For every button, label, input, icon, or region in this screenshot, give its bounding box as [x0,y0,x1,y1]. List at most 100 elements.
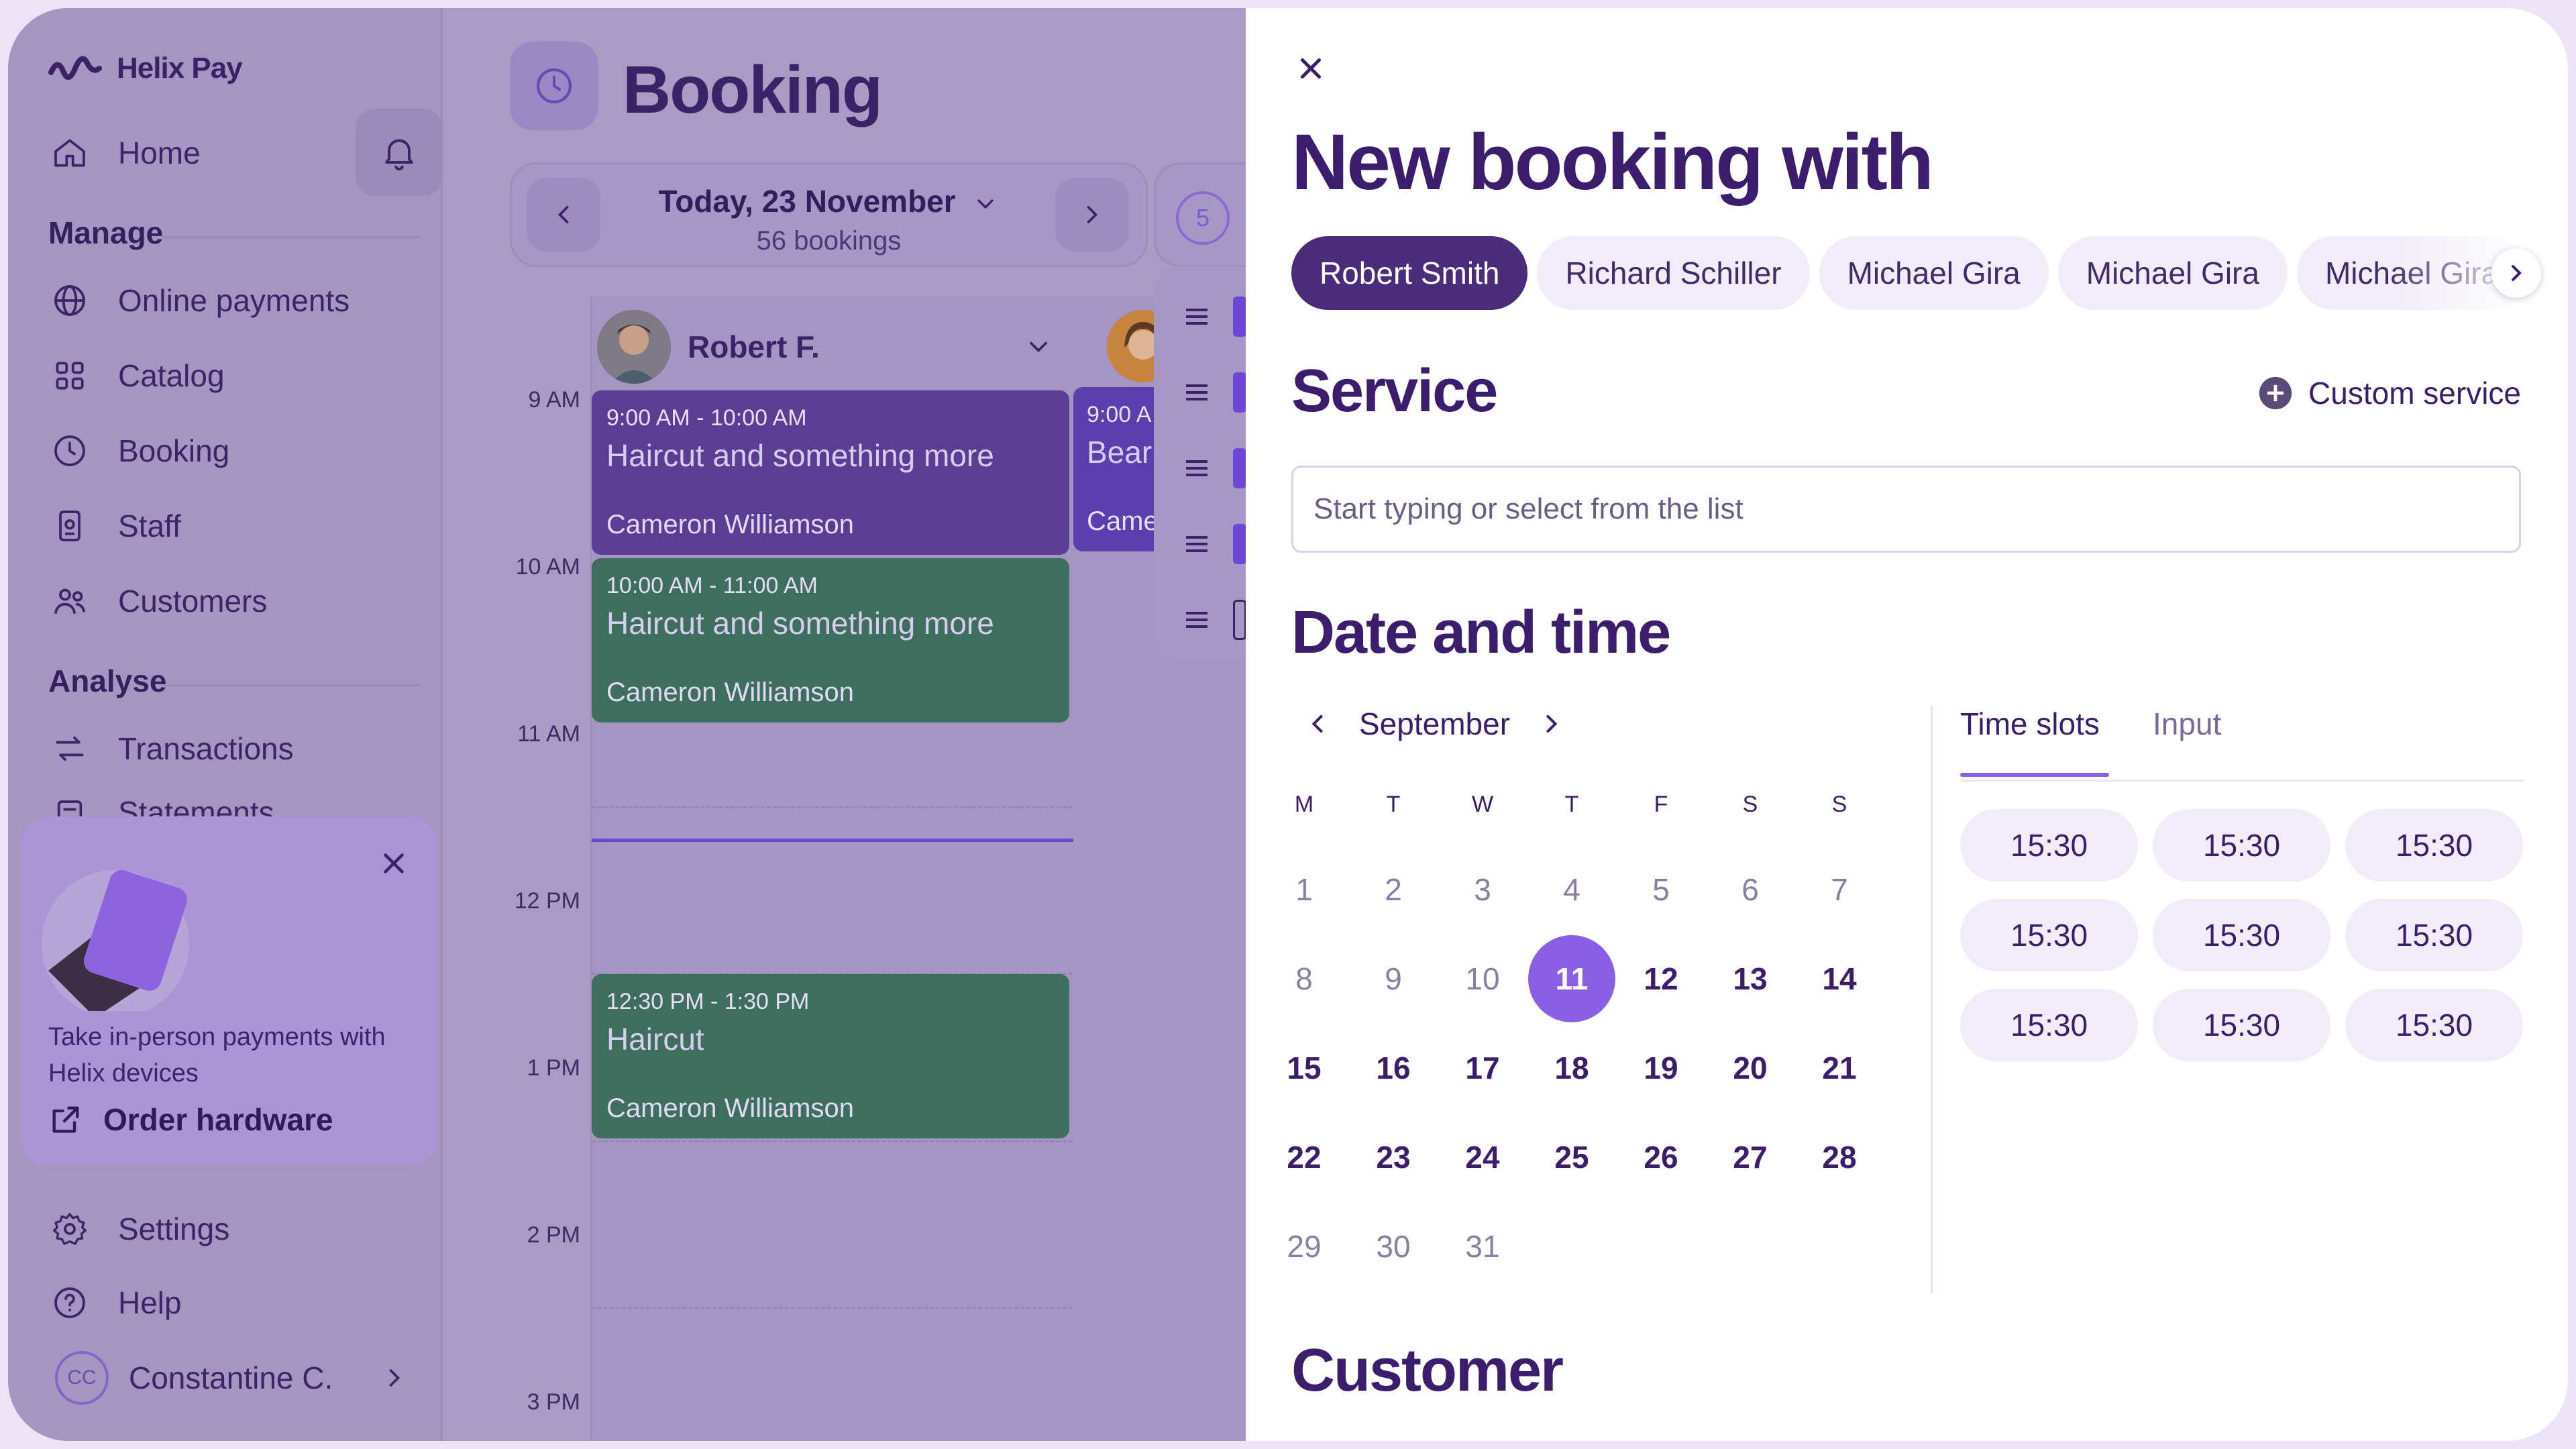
booking-event[interactable]: 12:30 PM - 1:30 PM Haircut Cameron Willi… [592,974,1069,1138]
calendar-day[interactable]: 15 [1260,1024,1348,1112]
calendar-day[interactable]: 3 [1439,846,1526,933]
sidebar-item-staff[interactable]: Staff [48,499,181,553]
notifications-button[interactable] [356,109,443,196]
calendar-day[interactable]: 27 [1707,1114,1794,1201]
calendar-day[interactable]: 9 [1350,935,1437,1022]
tab-time-slots[interactable]: Time slots [1960,706,2100,742]
staff-chip-list: Robert Smith Richard Schiller Michael Gi… [1291,236,2527,310]
staff-chip[interactable]: Richard Schiller [1537,236,1810,310]
time-slot[interactable]: 15:30 [2153,899,2330,971]
calendar-day[interactable]: 21 [1796,1024,1883,1112]
service-search-input[interactable] [1291,466,2521,553]
plus-circle-icon [2259,376,2292,410]
time-slot[interactable]: 15:30 [1960,899,2138,971]
color-chip [1233,524,1246,564]
calendar-day[interactable]: 28 [1796,1114,1883,1201]
time-label: 9 AM [528,387,580,413]
sidebar-item-help[interactable]: Help [48,1276,182,1330]
sidebar-item-catalog[interactable]: Catalog [48,349,225,402]
time-label: 10 AM [515,554,580,580]
calendar-day[interactable]: 2 [1350,846,1437,933]
calendar-day[interactable]: 25 [1528,1114,1615,1201]
time-slot[interactable]: 15:30 [1960,989,2138,1061]
close-panel-button[interactable] [1291,48,1331,89]
section-analyse: Analyse [48,663,167,698]
staff-chip[interactable]: Michael Gira [1819,236,2049,310]
time-slot[interactable]: 15:30 [2345,989,2523,1061]
calendar-day[interactable]: 17 [1439,1024,1526,1112]
color-chip [1233,372,1246,413]
time-slot[interactable]: 15:30 [2153,989,2330,1061]
prev-month-button[interactable] [1303,709,1332,739]
bookings-count: 56 bookings [756,226,902,256]
section-manage: Manage [48,215,164,250]
calendar-day[interactable]: 13 [1707,935,1794,1022]
booking-event[interactable]: 9:00 AM - 10:00 AM Haircut and something… [592,390,1069,555]
calendar-day[interactable]: 8 [1260,935,1348,1022]
weekday-label: W [1471,792,1494,817]
calendar-day[interactable]: 5 [1617,846,1705,933]
calendar-day[interactable]: 14 [1796,935,1883,1022]
helix-logo-icon [48,56,102,80]
order-hardware-link[interactable]: Order hardware [48,1102,333,1138]
time-slot[interactable]: 15:30 [2345,809,2523,881]
staff-header[interactable]: Robert F. [597,307,1067,387]
app-frame: Helix Pay Home Manage Online payments Ca… [8,8,2568,1441]
user-menu[interactable]: CC Constantine C. [55,1351,409,1405]
date-label: Today, 23 November [658,184,956,219]
color-chip [1233,448,1246,488]
time-slot[interactable]: 15:30 [1960,809,2138,881]
grid-icon [48,354,91,397]
date-dropdown[interactable]: Today, 23 November [512,183,1146,219]
time-slot[interactable]: 15:30 [2153,809,2330,881]
time-label: 1 PM [527,1055,580,1081]
calendar-day[interactable]: 26 [1617,1114,1705,1201]
sidebar-item-transactions[interactable]: Transactions [48,722,294,775]
calendar-day-selected[interactable]: 11 [1528,935,1615,1022]
time-slot[interactable]: 15:30 [2345,899,2523,971]
calendar-day[interactable]: 30 [1350,1203,1437,1290]
globe-icon [48,279,91,322]
tab-input[interactable]: Input [2153,706,2221,742]
calendar-day[interactable]: 24 [1439,1114,1526,1201]
sidebar-item-label: Catalog [118,358,225,393]
event-service: Haircut [606,1022,704,1057]
calendar-day[interactable]: 19 [1617,1024,1705,1112]
sidebar-item-settings[interactable]: Settings [48,1202,229,1256]
calendar-day[interactable]: 22 [1260,1114,1348,1201]
calendar-day[interactable]: 16 [1350,1024,1437,1112]
staff-chip[interactable]: Michael Gira [2057,236,2288,310]
active-tab-indicator [1960,773,2109,777]
staff-chip[interactable]: Robert Smith [1291,236,1528,310]
close-icon[interactable] [377,847,411,880]
sidebar-item-home[interactable]: Home [48,126,201,180]
event-service: Haircut and something more [606,438,994,473]
brand-logo[interactable]: Helix Pay [48,48,243,89]
event-time: 10:00 AM - 11:00 AM [606,573,818,598]
calendar-day[interactable]: 18 [1528,1024,1615,1112]
calendar-day[interactable]: 23 [1350,1114,1437,1201]
booking-event[interactable]: 10:00 AM - 11:00 AM Haircut and somethin… [592,558,1069,722]
sidebar-item-online-payments[interactable]: Online payments [48,274,350,327]
custom-service-button[interactable]: Custom service [2256,374,2521,413]
menu-icon [1186,460,1208,476]
calendar-day[interactable]: 10 [1439,935,1526,1022]
calendar-day[interactable]: 7 [1796,846,1883,933]
customer-section-title: Customer [1291,1337,1564,1404]
calendar-day[interactable]: 29 [1260,1203,1348,1290]
sidebar-item-label: Booking [118,433,230,468]
sidebar-item-customers[interactable]: Customers [48,574,267,628]
calendar-day[interactable]: 6 [1707,846,1794,933]
divider [162,236,421,238]
next-day-button[interactable] [1055,178,1129,252]
calendar-day[interactable]: 12 [1617,935,1705,1022]
clock-icon [536,68,572,104]
calendar-day[interactable]: 31 [1439,1203,1526,1290]
promo-text: Take in-person payments with Helix devic… [48,1023,386,1087]
next-month-button[interactable] [1537,709,1566,739]
chips-next-button[interactable] [2491,248,2541,298]
calendar-day[interactable]: 4 [1528,846,1615,933]
calendar-day[interactable]: 20 [1707,1024,1794,1112]
sidebar-item-booking[interactable]: Booking [48,424,229,478]
calendar-day[interactable]: 1 [1260,846,1348,933]
